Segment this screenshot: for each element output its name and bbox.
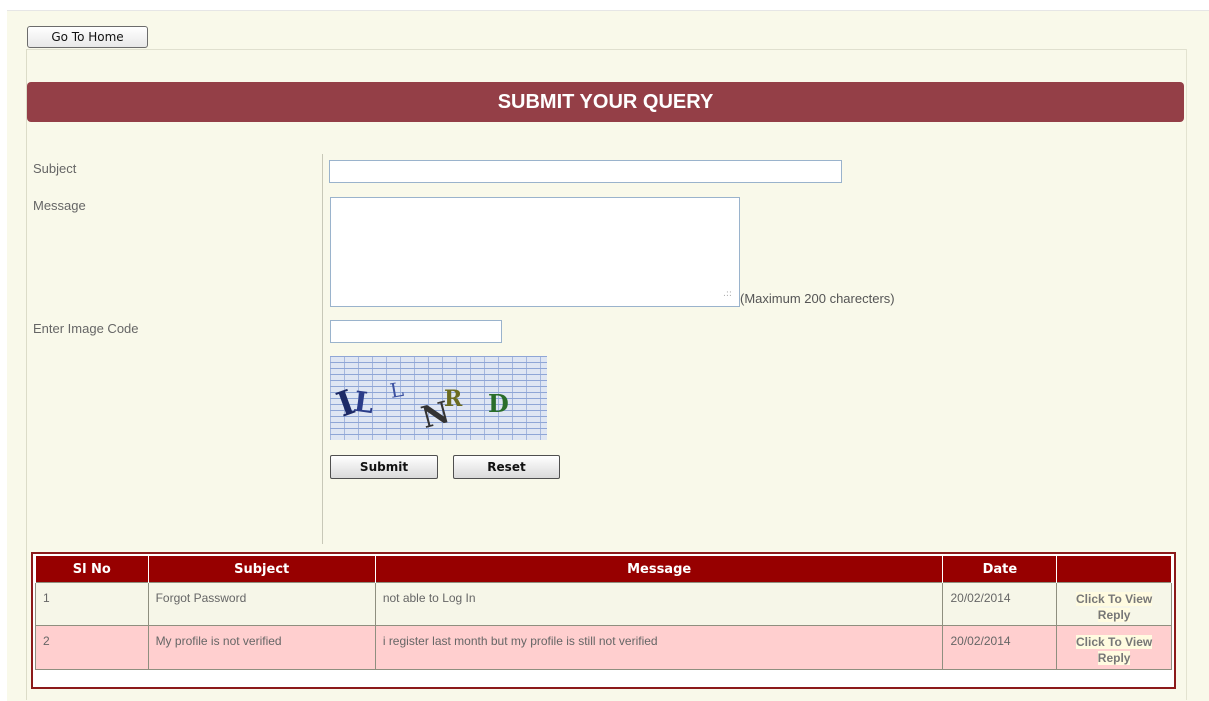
table-row: 2 My profile is not verified i register … [35, 625, 1172, 670]
col-header-subject: Subject [147, 556, 376, 583]
view-reply-link[interactable]: Click To View Reply [1076, 592, 1153, 622]
cell-subject: My profile is not verified [147, 625, 376, 670]
captcha-letter: D [488, 389, 509, 418]
cell-date: 20/02/2014 [942, 582, 1058, 626]
subject-input[interactable] [329, 160, 842, 183]
message-label: Message [33, 198, 86, 213]
cell-sl-no: 2 [35, 625, 149, 670]
form-title-banner: SUBMIT YOUR QUERY [27, 82, 1184, 122]
form-column-divider [322, 154, 323, 544]
go-to-home-button[interactable]: Go To Home [27, 26, 148, 48]
submit-button[interactable]: Submit [330, 455, 438, 479]
table-row: 1 Forgot Password not able to Log In 20/… [35, 582, 1172, 626]
image-code-label: Enter Image Code [33, 321, 139, 336]
message-textarea[interactable] [330, 197, 740, 307]
image-code-input[interactable] [330, 320, 502, 343]
captcha-image: I L L N R D [330, 356, 547, 440]
cell-sl-no: 1 [35, 582, 149, 626]
cell-action: Click To View Reply [1056, 625, 1172, 670]
queries-table: Sl No Subject Message Date 1 Forgot Pass… [35, 556, 1172, 670]
subject-label: Subject [33, 161, 77, 176]
reset-button[interactable]: Reset [453, 455, 560, 479]
view-reply-link[interactable]: Click To View Reply [1076, 635, 1153, 665]
cell-message: i register last month but my profile is … [374, 625, 944, 670]
message-length-hint: (Maximum 200 charecters) [740, 291, 895, 306]
col-header-date: Date [942, 556, 1058, 583]
queries-table-frame: Sl No Subject Message Date 1 Forgot Pass… [31, 552, 1176, 689]
cell-message: not able to Log In [374, 582, 944, 626]
form-title: SUBMIT YOUR QUERY [497, 90, 714, 113]
captcha-letter: L [351, 384, 376, 421]
col-header-message: Message [374, 556, 944, 583]
col-header-action [1056, 556, 1172, 583]
col-header-sl-no: Sl No [35, 556, 149, 583]
captcha-letter: R [444, 386, 463, 412]
cell-subject: Forgot Password [147, 582, 376, 626]
cell-date: 20/02/2014 [942, 625, 1058, 670]
resize-grip-icon[interactable]: .:: [723, 289, 732, 299]
cell-action: Click To View Reply [1056, 582, 1172, 626]
captcha-letter: L [388, 377, 406, 403]
